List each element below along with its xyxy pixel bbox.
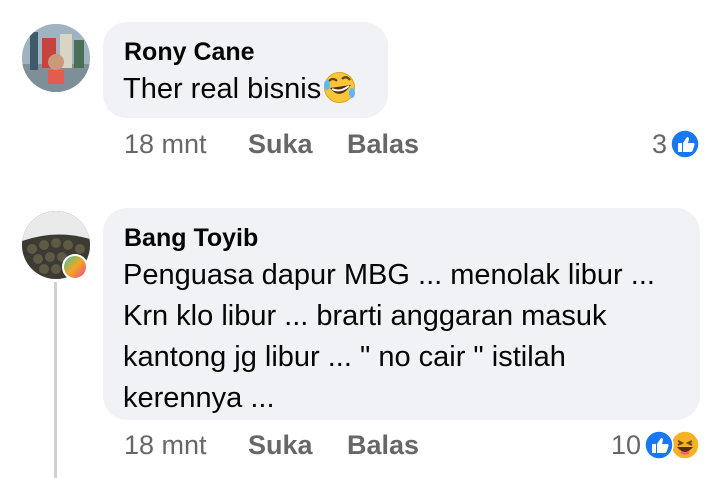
comment-author[interactable]: Rony Cane bbox=[124, 38, 255, 67]
reactions-summary[interactable]: 10 bbox=[611, 427, 700, 463]
comment-bubble[interactable]: Rony Cane Ther real bisnis bbox=[103, 22, 388, 118]
comment-text-body: Ther real bisnis bbox=[123, 73, 322, 105]
comment-time[interactable]: 18 mnt bbox=[124, 430, 207, 461]
comment-text: Penguasa dapur MBG ... menolak libur ...… bbox=[123, 255, 693, 419]
haha-reaction-icon bbox=[670, 430, 700, 460]
comment-text: Ther real bisnis bbox=[123, 69, 356, 110]
reaction-count: 3 bbox=[651, 128, 667, 159]
comment-time[interactable]: 18 mnt bbox=[124, 129, 207, 160]
rolling-laughing-emoji-icon bbox=[323, 71, 356, 104]
reaction-count: 10 bbox=[610, 429, 641, 460]
reply-button[interactable]: Balas bbox=[347, 430, 419, 461]
like-reaction-icon bbox=[644, 430, 674, 460]
reply-button[interactable]: Balas bbox=[347, 129, 419, 160]
comment-bubble[interactable]: Bang Toyib Penguasa dapur MBG ... menola… bbox=[103, 208, 700, 420]
reactions-summary[interactable]: 3 bbox=[652, 126, 700, 162]
comment-text-line: kerennya ... bbox=[123, 382, 275, 414]
thread-line bbox=[54, 282, 57, 478]
profile-badge-icon bbox=[62, 254, 88, 280]
like-button[interactable]: Suka bbox=[248, 430, 313, 461]
comment-author[interactable]: Bang Toyib bbox=[124, 224, 258, 253]
like-reaction-icon bbox=[670, 129, 700, 159]
like-button[interactable]: Suka bbox=[248, 129, 313, 160]
comment-text-line: kantong jg libur ... " no cair " istilah bbox=[123, 341, 566, 373]
comment-text-line: Krn klo libur ... brarti anggaran masuk bbox=[123, 300, 607, 332]
comment-text-line: Penguasa dapur MBG ... menolak libur ... bbox=[123, 259, 655, 291]
avatar[interactable] bbox=[22, 24, 90, 92]
